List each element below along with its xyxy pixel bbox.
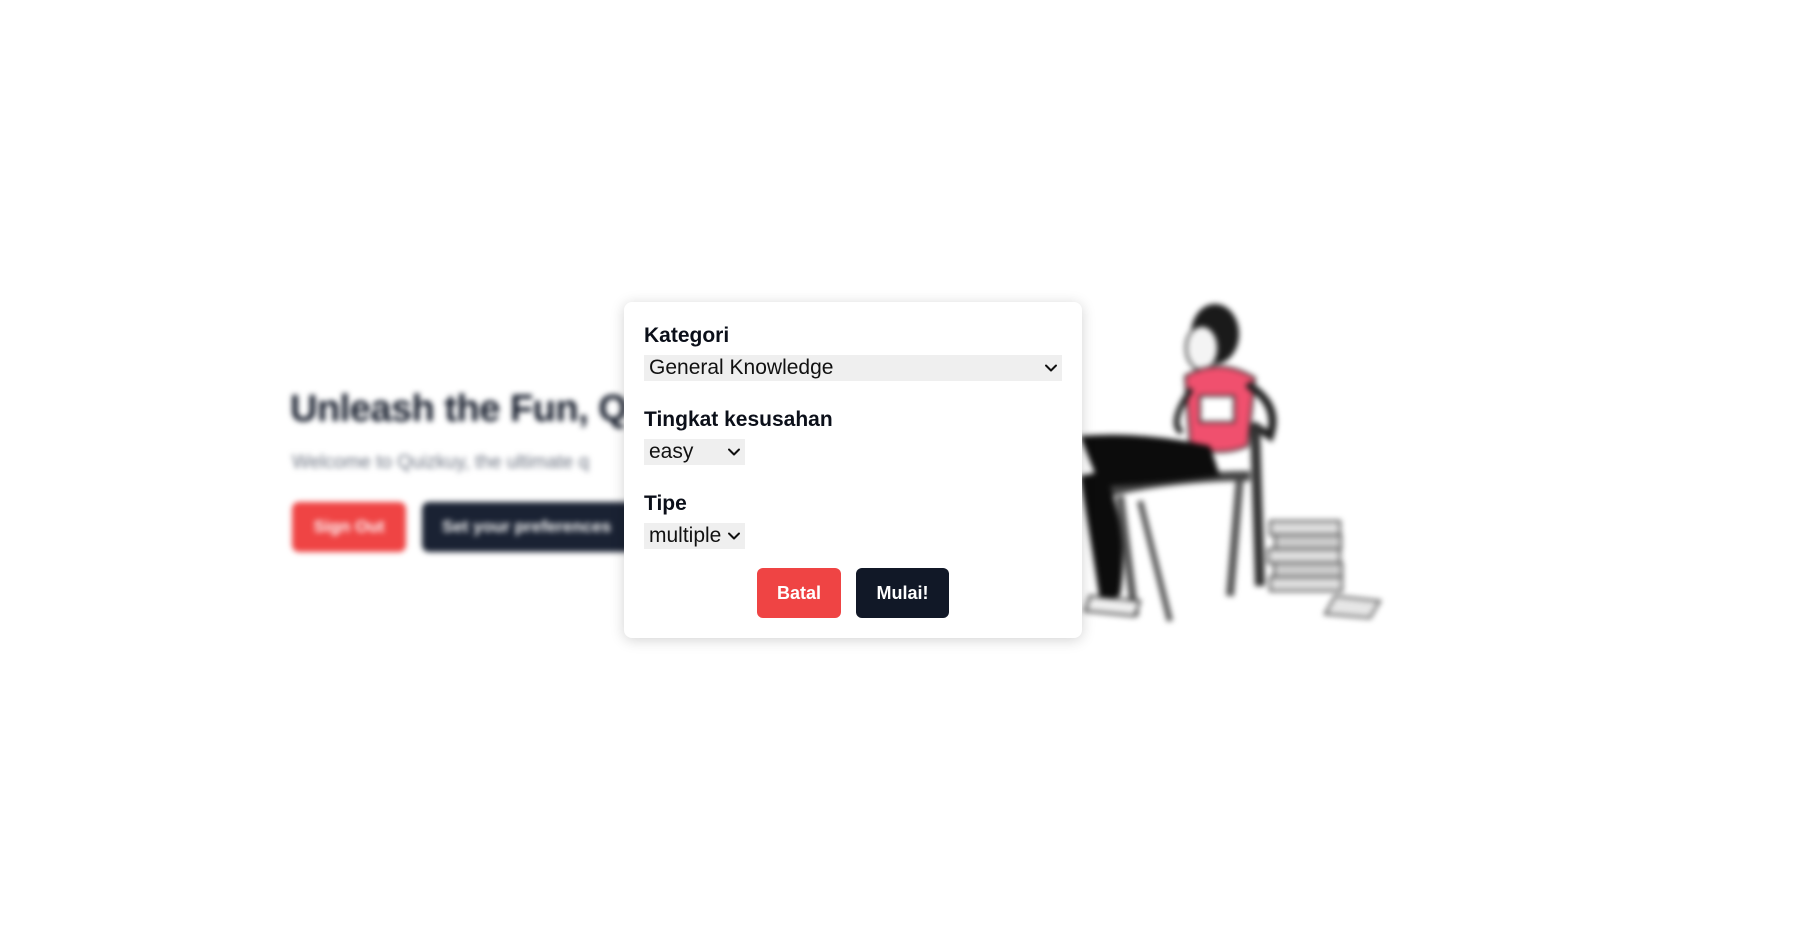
hero-subtitle: Welcome to Quizkuy, the ultimate q bbox=[292, 452, 590, 473]
chevron-down-icon bbox=[728, 448, 740, 456]
chevron-down-icon bbox=[1045, 364, 1057, 372]
hero-title: Unleash the Fun, Qu bbox=[290, 388, 650, 430]
quiz-preferences-modal: Kategori General Knowledge Tingkat kesus… bbox=[624, 302, 1082, 638]
modal-actions: Batal Mulai! bbox=[624, 568, 1082, 618]
difficulty-field: Tingkat kesusahan easy bbox=[644, 406, 1062, 470]
category-select[interactable]: General Knowledge bbox=[644, 355, 1062, 381]
difficulty-label: Tingkat kesusahan bbox=[644, 408, 833, 431]
type-label: Tipe bbox=[644, 492, 687, 515]
category-field: Kategori General Knowledge bbox=[644, 322, 1062, 386]
category-select-value: General Knowledge bbox=[649, 356, 834, 379]
difficulty-select[interactable]: easy bbox=[644, 439, 745, 465]
difficulty-select-value: easy bbox=[649, 440, 694, 463]
reading-person-illustration bbox=[1080, 304, 1382, 622]
cancel-button[interactable]: Batal bbox=[757, 568, 841, 618]
sign-out-button: Sign Out bbox=[292, 502, 406, 552]
start-quiz-button[interactable]: Mulai! bbox=[856, 568, 949, 618]
page: Unleash the Fun, Qu Welcome to Quizkuy, … bbox=[0, 0, 1803, 929]
type-field: Tipe multiple bbox=[644, 490, 1062, 554]
category-label: Kategori bbox=[644, 324, 730, 347]
type-select[interactable]: multiple bbox=[644, 523, 745, 549]
type-select-value: multiple bbox=[649, 524, 722, 547]
chevron-down-icon bbox=[728, 532, 740, 540]
